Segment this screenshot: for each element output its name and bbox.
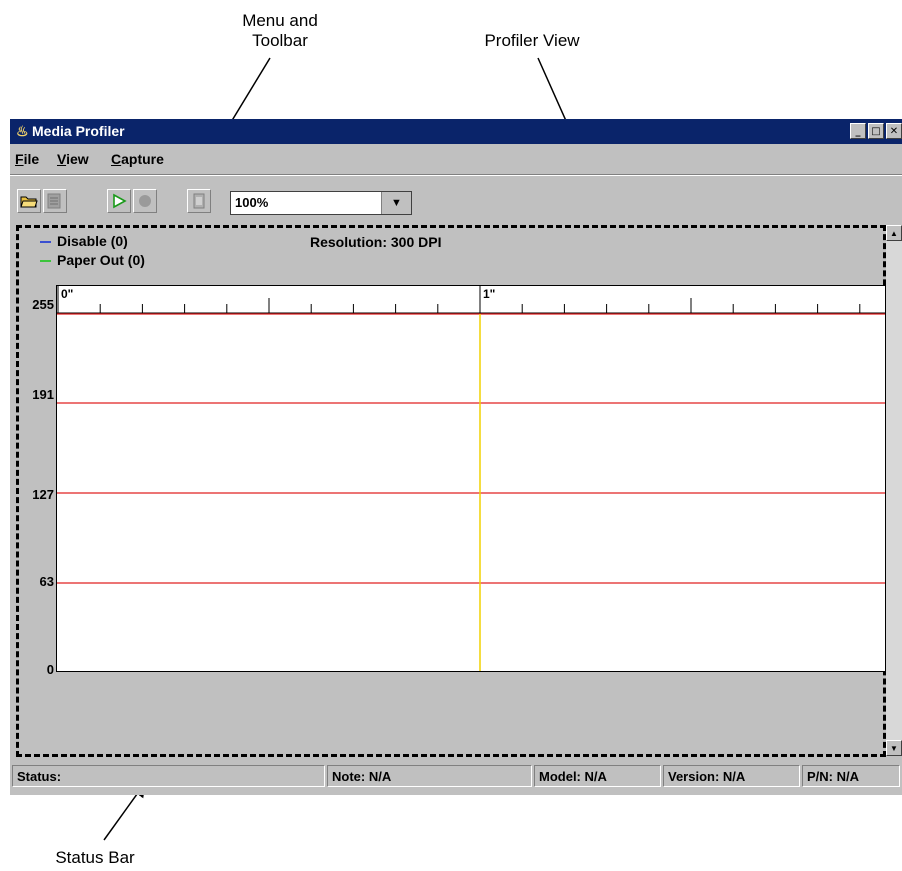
title-bar: ♨ Media Profiler _ □ ✕: [10, 119, 902, 144]
ruler: 0" 1": [57, 286, 885, 314]
vertical-scrollbar[interactable]: ▲ ▼: [886, 225, 902, 756]
y-tick-label: 191: [32, 387, 54, 402]
callout-text: Menu and Toolbar: [242, 11, 318, 50]
open-folder-icon[interactable]: [17, 189, 41, 213]
menu-file[interactable]: File: [15, 151, 39, 167]
pn-field: P/N: N/A: [802, 765, 900, 787]
zoom-value: 100%: [235, 195, 269, 210]
resolution-label: Resolution: 300 DPI: [310, 234, 442, 250]
chevron-down-icon[interactable]: ▼: [381, 192, 411, 214]
document-icon[interactable]: [187, 189, 211, 213]
y-tick-label: 127: [32, 487, 54, 502]
y-tick-label: 0: [46, 662, 54, 677]
legend-swatch: [40, 260, 51, 263]
media-profiler-window: ♨ Media Profiler _ □ ✕ File View Capture: [10, 119, 902, 795]
legend-swatch: [40, 241, 51, 244]
menu-bar: File View Capture: [10, 144, 902, 175]
ruler-label-1: 1": [483, 287, 495, 301]
menu-view[interactable]: View: [57, 151, 89, 167]
legend-item-paper-out: Paper Out (0): [40, 252, 145, 268]
model-field: Model: N/A: [534, 765, 661, 787]
callout-text: Status Bar: [55, 848, 135, 867]
legend-label: Paper Out (0): [57, 252, 145, 268]
save-icon[interactable]: [43, 189, 67, 213]
maximize-icon[interactable]: □: [868, 123, 884, 139]
scroll-up-icon[interactable]: ▲: [886, 225, 902, 241]
profiler-view-callout: Profiler View: [452, 31, 612, 51]
status-bar-callout: Status Bar: [30, 848, 160, 868]
callout-text: Profiler View: [484, 31, 580, 50]
minimize-icon[interactable]: _: [850, 123, 866, 139]
menu-toolbar-callout: Menu and Toolbar: [215, 11, 345, 51]
status-bar: Status: Note: N/A Model: N/A Version: N/…: [10, 761, 902, 791]
scroll-down-icon[interactable]: ▼: [886, 740, 902, 756]
version-field: Version: N/A: [663, 765, 800, 787]
plot-canvas: 0" 1": [57, 286, 885, 671]
status-field: Status:: [12, 765, 325, 787]
ruler-label-0: 0": [61, 287, 73, 301]
y-tick-label: 255: [32, 297, 54, 312]
play-icon[interactable]: [107, 189, 131, 213]
record-icon[interactable]: [133, 189, 157, 213]
toolbar: 100% ▼: [10, 176, 902, 216]
zoom-select[interactable]: 100% ▼: [230, 191, 412, 215]
menu-capture[interactable]: Capture: [111, 151, 164, 167]
note-field: Note: N/A: [327, 765, 532, 787]
profile-plot[interactable]: 0" 1": [56, 285, 886, 672]
java-app-icon: ♨: [16, 123, 29, 139]
legend-label: Disable (0): [57, 233, 128, 249]
y-tick-label: 63: [39, 574, 54, 589]
window-title: Media Profiler: [32, 123, 125, 139]
legend-item-disable: Disable (0): [40, 233, 128, 249]
close-icon[interactable]: ✕: [886, 123, 902, 139]
